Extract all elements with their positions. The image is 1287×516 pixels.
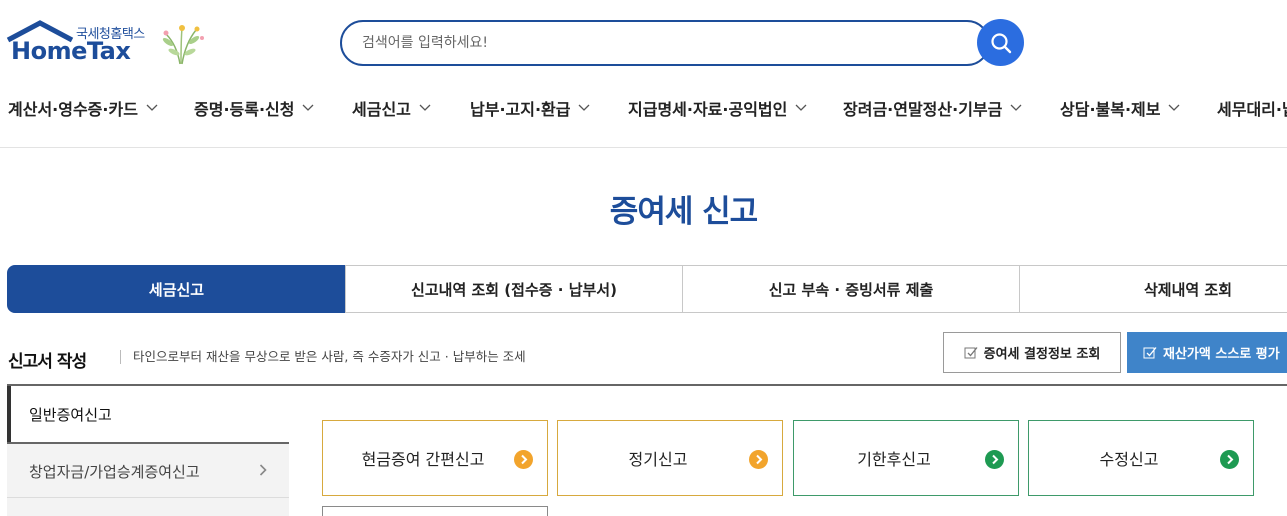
gnb-label: 세무대리·납 bbox=[1217, 100, 1287, 119]
arrow-right-icon bbox=[514, 450, 533, 469]
arrow-right-icon bbox=[749, 450, 768, 469]
checkbox-icon bbox=[964, 346, 978, 358]
plant-icon bbox=[162, 25, 204, 65]
chevron-down-icon bbox=[579, 104, 590, 111]
side-menu-item-general-gift[interactable]: 일반증여신고 bbox=[7, 386, 289, 442]
self-valuation-button[interactable]: 재산가액 스스로 평가 bbox=[1127, 332, 1287, 373]
tab-deleted-history[interactable]: 삭제내역 조회 bbox=[1019, 265, 1287, 313]
gnb-label: 지급명세·자료·공익법인 bbox=[628, 100, 788, 119]
gnb-label: 납부·고지·환급 bbox=[470, 100, 571, 119]
arrow-right-icon bbox=[1220, 450, 1239, 469]
gnb-item-certificates[interactable]: 증명·등록·신청 bbox=[194, 96, 314, 120]
search-box bbox=[340, 20, 990, 66]
gnb-label: 계산서·영수증·카드 bbox=[8, 100, 138, 119]
gnb-label: 세금신고 bbox=[352, 100, 411, 119]
chevron-down-icon bbox=[795, 104, 807, 111]
side-menu-item-startup-gift[interactable]: 창업자금/가업승계증여신고 bbox=[7, 446, 289, 498]
button-label: 증여세 결정정보 조회 bbox=[983, 347, 1101, 362]
gnb-item-consultation[interactable]: 상담·불복·제보 bbox=[1060, 96, 1180, 120]
page-title: 증여세 신고 bbox=[609, 194, 758, 230]
chevron-down-icon bbox=[419, 104, 431, 111]
gnb-item-receipts[interactable]: 계산서·영수증·카드 bbox=[8, 96, 158, 120]
arrow-right-icon bbox=[985, 450, 1004, 469]
tab-tax-report[interactable]: 세금신고 bbox=[7, 265, 346, 313]
card-label: 정기신고 bbox=[628, 450, 688, 469]
section-description: 타인으로부터 재산을 무상으로 받은 사람, 즉 수증자가 신고 · 납부하는 … bbox=[120, 350, 526, 364]
gnb-item-tax-agent[interactable]: 세무대리·납 bbox=[1217, 96, 1287, 120]
logo-title: HomeTax bbox=[11, 37, 131, 65]
card-label: 현금증여 간편신고 bbox=[361, 450, 485, 469]
gnb-item-statements[interactable]: 지급명세·자료·공익법인 bbox=[628, 96, 807, 120]
chevron-down-icon bbox=[1169, 104, 1180, 111]
card-regular-report[interactable]: 정기신고 bbox=[557, 420, 783, 496]
gnb-item-tax-report[interactable]: 세금신고 bbox=[352, 96, 431, 120]
tab-report-history[interactable]: 신고내역 조회 (접수증 · 납부서) bbox=[345, 265, 683, 313]
search-button[interactable] bbox=[977, 19, 1024, 66]
hometax-logo[interactable]: 국세청홈택스 HomeTax bbox=[6, 20, 216, 68]
gnb-label: 상담·불복·제보 bbox=[1060, 100, 1161, 119]
tab-bar: 세금신고 신고내역 조회 (접수증 · 납부서) 신고 부속 · 증빙서류 제출… bbox=[7, 265, 1287, 313]
checkbox-icon bbox=[1143, 346, 1157, 358]
card-label: 기한후신고 bbox=[857, 450, 931, 469]
main-navigation: 계산서·영수증·카드 증명·등록·신청 세금신고 납부·고지·환급 지급명세·자… bbox=[0, 84, 1287, 148]
gnb-item-payment[interactable]: 납부·고지·환급 bbox=[470, 96, 590, 120]
side-menu-label: 창업자금/가업승계증여신고 bbox=[29, 463, 200, 481]
card-partial[interactable] bbox=[322, 506, 548, 516]
chevron-down-icon bbox=[146, 104, 158, 111]
chevron-right-icon bbox=[259, 464, 267, 476]
tab-attachment-submit[interactable]: 신고 부속 · 증빙서류 제출 bbox=[682, 265, 1020, 313]
search-input[interactable] bbox=[360, 31, 960, 55]
gnb-label: 증명·등록·신청 bbox=[194, 100, 295, 119]
gift-tax-decision-button[interactable]: 증여세 결정정보 조회 bbox=[943, 332, 1121, 373]
button-label: 재산가액 스스로 평가 bbox=[1163, 347, 1280, 362]
card-cash-gift-simple[interactable]: 현금증여 간편신고 bbox=[322, 420, 548, 496]
hometax-page: 국세청홈택스 HomeTax 계산서·영수증·카드 bbox=[0, 0, 1287, 516]
chevron-down-icon bbox=[303, 104, 314, 111]
gnb-item-incentives[interactable]: 장려금·연말정산·기부금 bbox=[843, 96, 1022, 120]
card-amended-report[interactable]: 수정신고 bbox=[1028, 420, 1254, 496]
search-icon bbox=[990, 32, 1011, 53]
gnb-label: 장려금·연말정산·기부금 bbox=[843, 100, 1003, 119]
section-title: 신고서 작성 bbox=[8, 352, 87, 372]
chevron-down-icon bbox=[1010, 104, 1022, 111]
card-late-report[interactable]: 기한후신고 bbox=[793, 420, 1019, 496]
card-label: 수정신고 bbox=[1099, 450, 1159, 469]
